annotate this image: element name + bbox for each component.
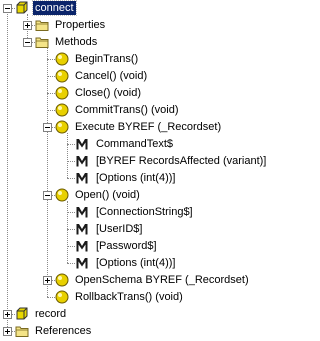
tree-node[interactable]: Open() (void) [0,187,261,204]
parameter-icon [75,256,89,270]
method-icon [55,188,69,202]
tree-node[interactable]: [Options (int(4))] [0,255,261,272]
parameter-icon [75,205,89,219]
tree-node-label[interactable]: RollbackTrans() (void) [73,290,185,304]
expand-toggle[interactable] [43,276,52,285]
tree-node-label[interactable]: [UserID$] [94,222,144,236]
collapse-toggle[interactable] [3,4,12,13]
tree-node[interactable]: Properties [0,17,261,34]
folder-icon [35,18,49,32]
collapse-toggle[interactable] [23,38,32,47]
tree-node-label[interactable]: Execute BYREF (_Recordset) [73,120,223,134]
tree-node-label[interactable]: connect [32,0,77,16]
method-icon [55,290,69,304]
tree-node-label[interactable]: [Options (int(4))] [94,171,177,185]
module-icon [15,307,29,321]
tree-node[interactable]: RollbackTrans() (void) [0,289,261,306]
method-icon [55,86,69,100]
tree-node[interactable]: [Password$] [0,238,261,255]
expand-toggle[interactable] [23,21,32,30]
tree-node-label[interactable]: Cancel() (void) [73,69,149,83]
tree-node[interactable]: connect [0,0,261,17]
parameter-icon [75,154,89,168]
tree-node[interactable]: OpenSchema BYREF (_Recordset) [0,272,261,289]
tree-node[interactable]: BeginTrans() [0,51,261,68]
tree-node[interactable]: Execute BYREF (_Recordset) [0,119,261,136]
tree-node[interactable]: Methods [0,34,261,51]
tree-node[interactable]: [UserID$] [0,221,261,238]
tree-node[interactable]: Cancel() (void) [0,68,261,85]
tree-node[interactable]: [BYREF RecordsAffected (variant)] [0,153,266,170]
tree-node[interactable]: Close() (void) [0,85,261,102]
tree-node-label[interactable]: Close() (void) [73,86,143,100]
method-icon [55,69,69,83]
tree-node[interactable]: [Options (int(4))] [0,170,261,187]
method-icon [55,120,69,134]
expand-toggle[interactable] [3,327,12,336]
collapse-toggle[interactable] [43,191,52,200]
collapse-toggle[interactable] [43,123,52,132]
folder-icon [15,324,29,338]
parameter-icon [75,171,89,185]
folder-icon [35,35,49,49]
method-icon [55,103,69,117]
method-icon [55,52,69,66]
tree-node-label[interactable]: record [33,307,68,321]
tree-node-label[interactable]: Open() (void) [73,188,142,202]
method-icon [55,273,69,287]
tree-node[interactable]: record [0,306,261,323]
tree-node-label[interactable]: [Password$] [94,239,159,253]
tree-node-label[interactable]: BeginTrans() [73,52,140,66]
tree-node-label[interactable]: [BYREF RecordsAffected (variant)] [94,154,268,168]
tree-node-label[interactable]: [Options (int(4))] [94,256,177,270]
parameter-icon [75,222,89,236]
tree-node[interactable]: References [0,323,261,340]
tree-node-label[interactable]: CommandText$ [94,137,175,151]
tree-node[interactable]: CommandText$ [0,136,261,153]
tree-node-label[interactable]: CommitTrans() (void) [73,103,181,117]
tree-node[interactable]: CommitTrans() (void) [0,102,261,119]
module-icon [15,1,29,15]
tree-node-label[interactable]: Methods [53,35,99,49]
expand-toggle[interactable] [3,310,12,319]
tree-node[interactable]: [ConnectionString$] [0,204,261,221]
parameter-icon [75,239,89,253]
tree-node-label[interactable]: References [33,324,93,338]
tree-node-label[interactable]: [ConnectionString$] [94,205,195,219]
tree-node-label[interactable]: Properties [53,18,107,32]
parameter-icon [75,137,89,151]
object-browser-tree[interactable]: connect Properties Methods BeginTrans() … [0,0,266,337]
tree-node-label[interactable]: OpenSchema BYREF (_Recordset) [73,273,251,287]
